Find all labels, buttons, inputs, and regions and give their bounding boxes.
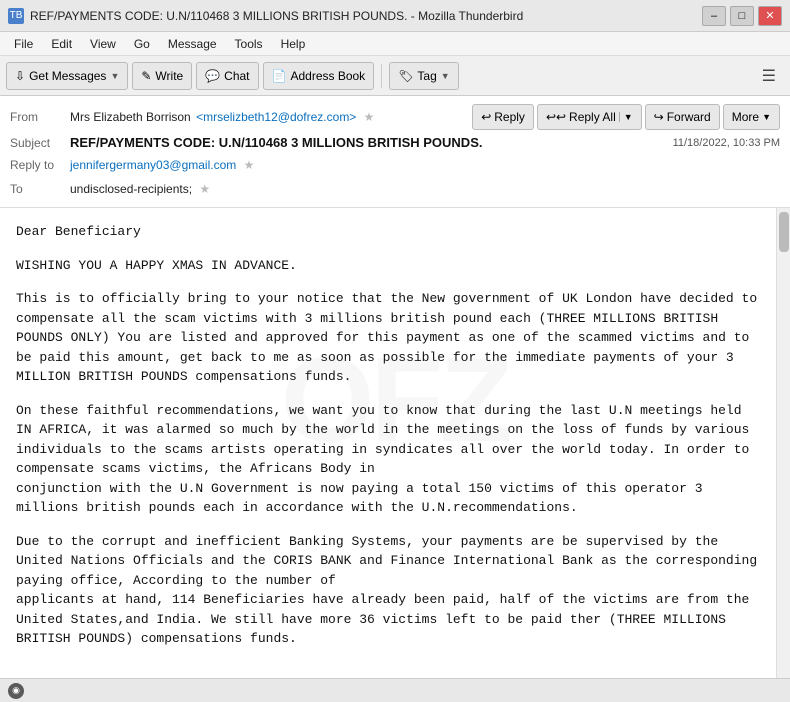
- minimize-button[interactable]: –: [702, 6, 726, 26]
- from-value: Mrs Elizabeth Borrison <mrselizbeth12@do…: [70, 110, 472, 124]
- maximize-button[interactable]: □: [730, 6, 754, 26]
- close-button[interactable]: ✕: [758, 6, 782, 26]
- write-button[interactable]: ✎ Write: [132, 62, 192, 90]
- reply-all-label: Reply All: [569, 110, 616, 124]
- address-book-button[interactable]: 📄 Address Book: [263, 62, 375, 90]
- status-bar: ◉: [0, 678, 790, 702]
- from-star-icon[interactable]: ★: [364, 110, 375, 124]
- write-label: Write: [155, 69, 183, 83]
- from-label: From: [10, 110, 70, 124]
- to-star-icon[interactable]: ★: [199, 182, 210, 196]
- reply-to-star-icon[interactable]: ★: [244, 158, 255, 172]
- body-paragraph-1: WISHING YOU A HAPPY XMAS IN ADVANCE.: [16, 256, 760, 276]
- status-icon: ◉: [8, 683, 24, 699]
- reply-all-icon: ↩↩: [546, 110, 566, 124]
- chat-button[interactable]: 💬 Chat: [196, 62, 258, 90]
- email-body[interactable]: Dear Beneficiary WISHING YOU A HAPPY XMAS…: [0, 208, 776, 678]
- tag-dropdown-arrow[interactable]: ▼: [441, 71, 450, 81]
- email-date: 11/18/2022, 10:33 PM: [673, 137, 780, 149]
- write-icon: ✎: [141, 69, 151, 83]
- menu-file[interactable]: File: [6, 35, 41, 53]
- menu-bar: File Edit View Go Message Tools Help: [0, 32, 790, 56]
- get-messages-label: Get Messages: [29, 69, 106, 83]
- status-signal-icon: ◉: [12, 685, 20, 696]
- reply-button[interactable]: ↩ Reply: [472, 104, 534, 130]
- reply-all-button[interactable]: ↩↩ Reply All ▼: [537, 104, 642, 130]
- body-paragraph-4: Due to the corrupt and inefficient Banki…: [16, 532, 760, 649]
- menu-view[interactable]: View: [82, 35, 124, 53]
- reply-to-value: jennifergermany03@gmail.com ★: [70, 158, 780, 172]
- scrollbar[interactable]: [776, 208, 790, 678]
- chat-label: Chat: [224, 69, 249, 83]
- get-messages-icon: ⇩: [15, 69, 25, 83]
- tag-button[interactable]: 🏷 Tag ▼: [389, 62, 459, 90]
- tag-icon: 🏷: [398, 69, 413, 83]
- subject-row: Subject REF/PAYMENTS CODE: U.N/110468 3 …: [10, 132, 780, 153]
- subject-label: Subject: [10, 136, 70, 150]
- to-label: To: [10, 182, 70, 196]
- menu-help[interactable]: Help: [273, 35, 314, 53]
- forward-icon: ↪: [654, 110, 664, 124]
- menu-edit[interactable]: Edit: [43, 35, 80, 53]
- to-row: To undisclosed-recipients; ★: [10, 177, 780, 201]
- window-title: REF/PAYMENTS CODE: U.N/110468 3 MILLIONS…: [30, 9, 523, 23]
- toolbar: ⇩ Get Messages ▼ ✎ Write 💬 Chat 📄 Addres…: [0, 56, 790, 96]
- app-icon: TB: [8, 8, 24, 24]
- menu-tools[interactable]: Tools: [227, 35, 271, 53]
- body-paragraph-0: Dear Beneficiary: [16, 222, 760, 242]
- address-book-icon: 📄: [272, 69, 287, 83]
- forward-label: Forward: [667, 110, 711, 124]
- email-body-container: Dear Beneficiary WISHING YOU A HAPPY XMAS…: [0, 208, 790, 678]
- to-recipients: undisclosed-recipients;: [70, 182, 192, 196]
- to-value: undisclosed-recipients; ★: [70, 182, 780, 196]
- from-name: Mrs Elizabeth Borrison: [70, 110, 191, 124]
- more-button[interactable]: More ▼: [723, 104, 780, 130]
- get-messages-button[interactable]: ⇩ Get Messages ▼: [6, 62, 128, 90]
- reply-label: Reply: [494, 110, 525, 124]
- from-email: <mrselizbeth12@dofrez.com>: [196, 110, 356, 124]
- hamburger-menu-button[interactable]: ☰: [754, 62, 784, 90]
- more-label: More: [732, 110, 759, 124]
- reply-all-dropdown-arrow[interactable]: ▼: [619, 112, 633, 122]
- get-messages-dropdown-arrow[interactable]: ▼: [110, 71, 119, 81]
- reply-icon: ↩: [481, 110, 491, 124]
- header-action-buttons: ↩ Reply ↩↩ Reply All ▼ ↪ Forward More ▼: [472, 104, 780, 130]
- body-paragraph-3: On these faithful recommendations, we wa…: [16, 401, 760, 518]
- toolbar-separator-1: [381, 64, 382, 88]
- chat-icon: 💬: [205, 69, 220, 83]
- address-book-label: Address Book: [290, 69, 365, 83]
- menu-message[interactable]: Message: [160, 35, 225, 53]
- tag-label: Tag: [417, 69, 436, 83]
- email-header: From Mrs Elizabeth Borrison <mrselizbeth…: [0, 96, 790, 208]
- scroll-thumb[interactable]: [779, 212, 789, 252]
- reply-to-row: Reply to jennifergermany03@gmail.com ★: [10, 153, 780, 177]
- reply-to-email: jennifergermany03@gmail.com: [70, 158, 236, 172]
- title-bar-left: TB REF/PAYMENTS CODE: U.N/110468 3 MILLI…: [8, 8, 523, 24]
- menu-go[interactable]: Go: [126, 35, 158, 53]
- more-dropdown-arrow[interactable]: ▼: [762, 112, 771, 122]
- forward-button[interactable]: ↪ Forward: [645, 104, 720, 130]
- title-bar: TB REF/PAYMENTS CODE: U.N/110468 3 MILLI…: [0, 0, 790, 32]
- from-row: From Mrs Elizabeth Borrison <mrselizbeth…: [10, 102, 780, 132]
- subject-text: REF/PAYMENTS CODE: U.N/110468 3 MILLIONS…: [70, 135, 665, 150]
- body-paragraph-2: This is to officially bring to your noti…: [16, 289, 760, 387]
- window-controls[interactable]: – □ ✕: [702, 6, 782, 26]
- reply-to-label: Reply to: [10, 158, 70, 172]
